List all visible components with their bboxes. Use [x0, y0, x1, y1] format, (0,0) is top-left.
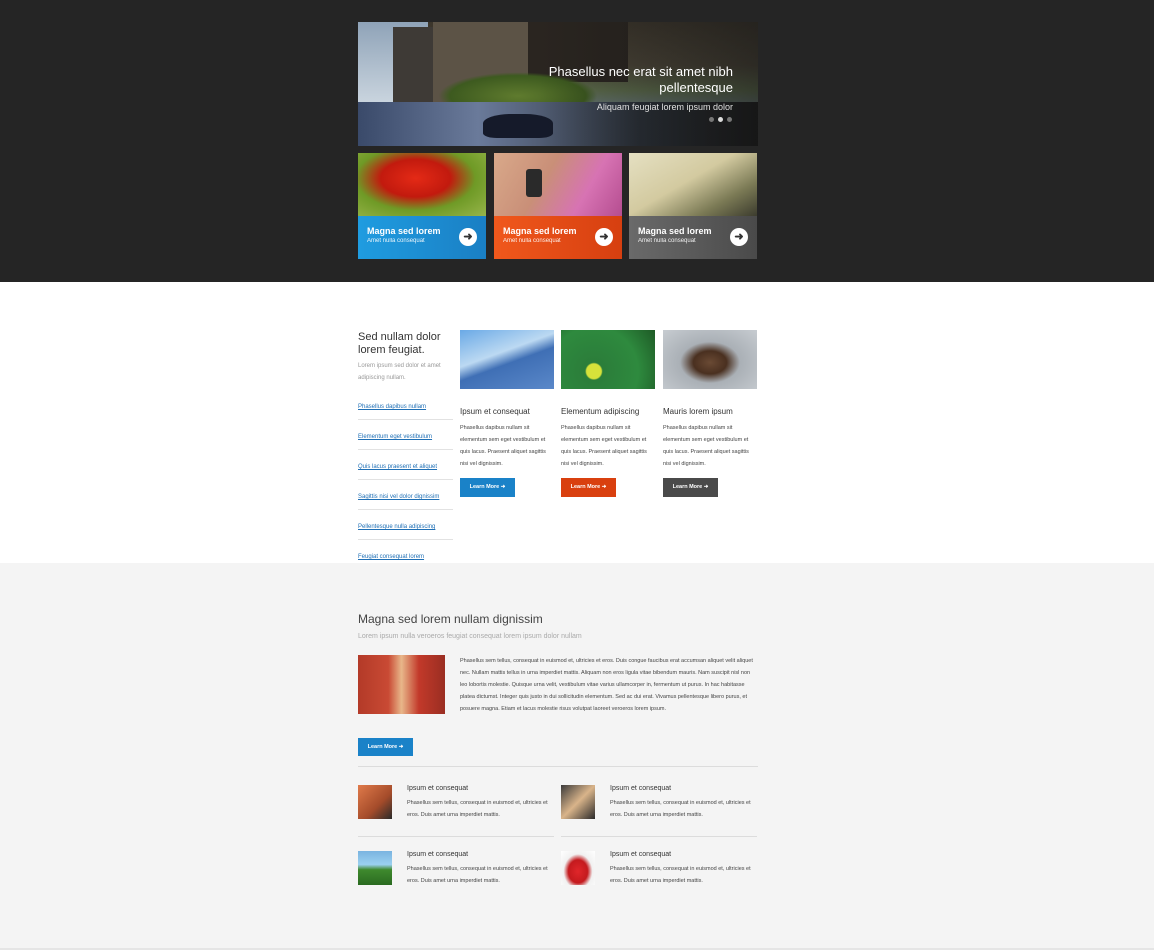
- arrow-right-icon[interactable]: ➜: [595, 228, 613, 246]
- feature-image-tulip: [358, 153, 486, 216]
- card-text: Phasellus dapibus nullam sit elementum s…: [561, 425, 647, 467]
- card-title: Elementum adipiscing: [561, 407, 640, 416]
- sidebar-links: Phasellus dapibus nullam Elementum eget …: [358, 390, 453, 569]
- section-image-woman-phone: [358, 655, 445, 714]
- feature-box[interactable]: Magna sed lorem Amet nulla consequat ➜: [629, 153, 757, 259]
- sidebar-link-item: Elementum eget vestibulum: [358, 420, 453, 450]
- section-title: Magna sed lorem nullam dignissim: [358, 612, 543, 626]
- mini-title: Ipsum et consequat: [407, 851, 469, 858]
- mini-text: Phasellus sem tellus, consequat in euism…: [407, 800, 548, 818]
- divider: [358, 836, 554, 837]
- arrow-right-icon[interactable]: ➜: [459, 228, 477, 246]
- slider-image-building: [393, 27, 433, 107]
- learn-more-button[interactable]: Learn More ➜: [358, 738, 413, 756]
- arrow-right-icon[interactable]: ➜: [730, 228, 748, 246]
- button-label: Learn More: [570, 484, 601, 490]
- slider-dot[interactable]: [709, 117, 714, 122]
- slider-dot-active[interactable]: [718, 117, 723, 122]
- card-title: Mauris lorem ipsum: [663, 407, 733, 416]
- feature-section-band: [0, 563, 1154, 950]
- mini-thumb-joystick: [358, 785, 392, 819]
- feature-bar: Magna sed lorem Amet nulla consequat ➜: [358, 216, 486, 259]
- arrow-right-icon: ➜: [601, 484, 607, 490]
- section-subtitle: Lorem ipsum nulla veroeros feugiat conse…: [358, 633, 582, 640]
- mini-thumb-landscape: [358, 851, 392, 885]
- mini-thumb-car: [561, 851, 595, 885]
- learn-more-button[interactable]: Learn More ➜: [663, 478, 718, 497]
- sidebar: Sed nullam dolor lorem feugiat. Lorem ip…: [358, 331, 453, 569]
- divider: [561, 836, 757, 837]
- learn-more-button[interactable]: Learn More ➜: [460, 478, 515, 497]
- sidebar-link-item: Phasellus dapibus nullam: [358, 390, 453, 420]
- sidebar-text: Lorem ipsum sed dolor et amet adipiscing…: [358, 363, 441, 381]
- hero-slider[interactable]: Phasellus nec erat sit amet nibh pellent…: [358, 22, 758, 146]
- mini-article: Ipsum et consequat Phasellus sem tellus,…: [561, 785, 757, 825]
- content-card: Elementum adipiscing Phasellus dapibus n…: [561, 330, 655, 497]
- slider-pagination: [709, 117, 732, 122]
- sidebar-link[interactable]: Quis lacus praesent et aliquet: [358, 464, 437, 470]
- slider-dot[interactable]: [727, 117, 732, 122]
- mini-text: Phasellus sem tellus, consequat in euism…: [407, 866, 548, 884]
- card-text: Phasellus dapibus nullam sit elementum s…: [460, 425, 546, 467]
- sidebar-link[interactable]: Pellentesque nulla adipiscing: [358, 524, 435, 530]
- feature-image-music-player: [494, 153, 622, 216]
- feature-bar: Magna sed lorem Amet nulla consequat ➜: [494, 216, 622, 259]
- card-title: Ipsum et consequat: [460, 407, 530, 416]
- mini-title: Ipsum et consequat: [610, 851, 672, 858]
- sidebar-link[interactable]: Elementum eget vestibulum: [358, 434, 432, 440]
- arrow-right-icon: ➜: [500, 484, 506, 490]
- learn-more-button[interactable]: Learn More ➜: [561, 478, 616, 497]
- content-card: Mauris lorem ipsum Phasellus dapibus nul…: [663, 330, 757, 497]
- card-image-building: [460, 330, 554, 389]
- sidebar-heading: Sed nullam dolor lorem feugiat.: [358, 331, 441, 356]
- slider-caption-title: Phasellus nec erat sit amet nibh pellent…: [548, 64, 733, 95]
- sidebar-link[interactable]: Phasellus dapibus nullam: [358, 404, 426, 410]
- card-image-athlete: [663, 330, 757, 389]
- feature-box[interactable]: Magna sed lorem Amet nulla consequat ➜: [358, 153, 486, 259]
- arrow-right-icon: ➜: [703, 484, 709, 490]
- button-label: Learn More: [367, 744, 398, 750]
- card-text: Phasellus dapibus nullam sit elementum s…: [663, 425, 749, 467]
- button-label: Learn More: [469, 484, 500, 490]
- mini-title: Ipsum et consequat: [407, 785, 469, 792]
- sidebar-link[interactable]: Feugiat consequat lorem: [358, 554, 424, 560]
- button-label: Learn More: [672, 484, 703, 490]
- divider: [358, 766, 758, 767]
- feature-box[interactable]: Magna sed lorem Amet nulla consequat ➜: [494, 153, 622, 259]
- section-text: Phasellus sem tellus, consequat in euism…: [460, 658, 753, 712]
- mini-article: Ipsum et consequat Phasellus sem tellus,…: [358, 851, 554, 891]
- mini-article: Ipsum et consequat Phasellus sem tellus,…: [358, 785, 554, 825]
- mini-title: Ipsum et consequat: [610, 785, 672, 792]
- sidebar-link-item: Sagittis nisi vel dolor dignissim: [358, 480, 453, 510]
- sidebar-link[interactable]: Sagittis nisi vel dolor dignissim: [358, 494, 439, 500]
- feature-bar: Magna sed lorem Amet nulla consequat ➜: [629, 216, 757, 259]
- card-image-tennis: [561, 330, 655, 389]
- sidebar-link-item: Pellentesque nulla adipiscing: [358, 510, 453, 540]
- slider-caption-subtitle: Aliquam feugiat lorem ipsum dolor: [596, 102, 733, 112]
- sidebar-link-item: Quis lacus praesent et aliquet: [358, 450, 453, 480]
- mini-text: Phasellus sem tellus, consequat in euism…: [610, 866, 751, 884]
- mini-text: Phasellus sem tellus, consequat in euism…: [610, 800, 751, 818]
- mini-article: Ipsum et consequat Phasellus sem tellus,…: [561, 851, 757, 891]
- mini-thumb-person: [561, 785, 595, 819]
- arrow-right-icon: ➜: [398, 744, 404, 750]
- feature-image-keyboard: [629, 153, 757, 216]
- content-card: Ipsum et consequat Phasellus dapibus nul…: [460, 330, 554, 497]
